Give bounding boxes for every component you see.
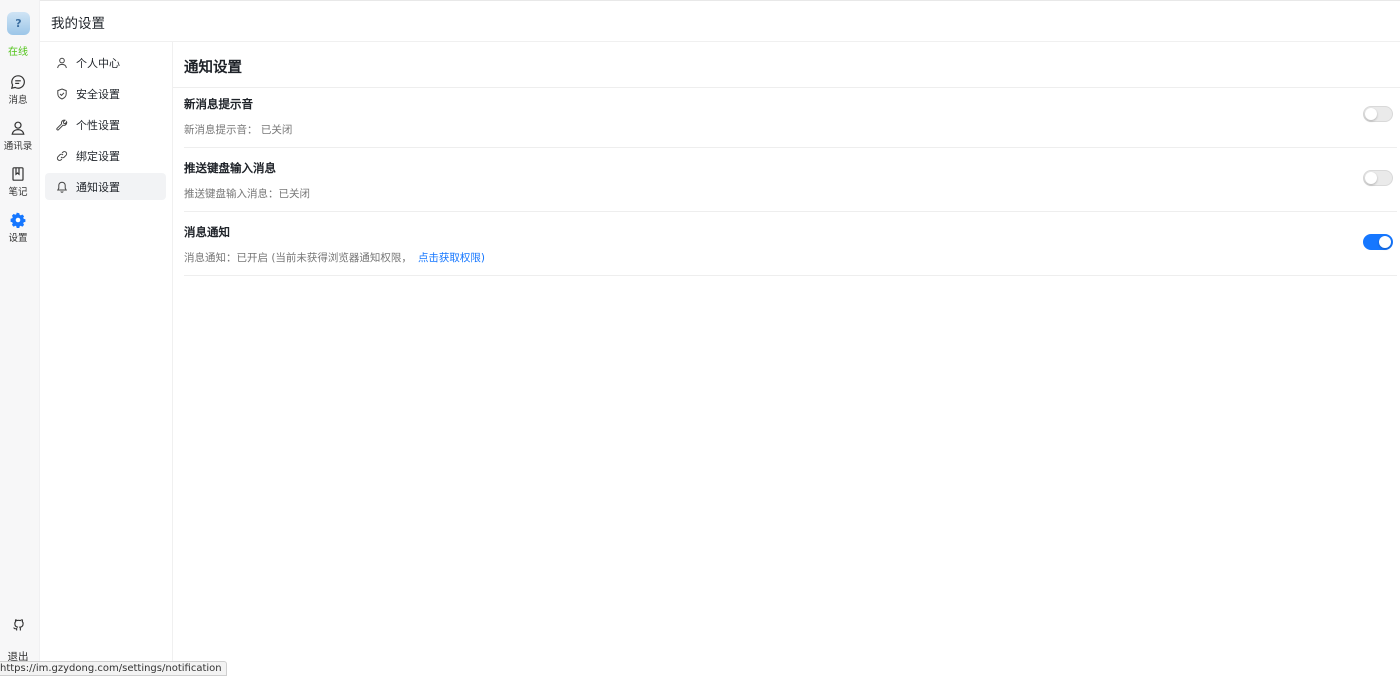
rail-item-messages[interactable]: 消息 (0, 74, 36, 106)
toggle-knob (1379, 236, 1391, 248)
nav-item-profile[interactable]: 个人中心 (45, 49, 166, 76)
wrench-icon (56, 119, 68, 130)
rail-item-notes[interactable]: 笔记 (0, 166, 36, 198)
setting-description: 推送键盘输入消息：已关闭 (184, 188, 310, 200)
rail-item-label: 消息 (8, 95, 28, 106)
bell-icon (56, 181, 68, 193)
settings-nav: 个人中心 安全设置 个性设置 绑定设置 通知设置 (40, 42, 173, 676)
rail-item-label: 通讯录 (3, 141, 33, 152)
rail-item-settings[interactable]: 设置 (0, 212, 36, 244)
message-notification-toggle[interactable] (1363, 234, 1393, 250)
page-header-title: 我的设置 (51, 16, 105, 32)
link-icon (56, 150, 68, 161)
setting-name: 消息通知 (184, 225, 230, 239)
nav-item-security[interactable]: 安全设置 (45, 80, 166, 107)
nav-item-personalization[interactable]: 个性设置 (45, 111, 166, 138)
setting-description: 消息通知：已开启 (当前未获得浏览器通知权限， 点击获取权限) (184, 250, 485, 265)
rail-item-contacts[interactable]: 通讯录 (0, 120, 36, 152)
github-link[interactable] (0, 617, 36, 634)
top-header: 我的设置 (40, 0, 1400, 42)
contacts-icon (11, 121, 25, 135)
toggle-knob (1365, 108, 1377, 120)
new-message-sound-toggle[interactable] (1363, 106, 1393, 122)
setting-name: 推送键盘输入消息 (184, 161, 276, 175)
online-status: 在线 (8, 47, 28, 58)
setting-row-new-message-sound: 新消息提示音 新消息提示音： 已关闭 (184, 84, 1397, 148)
status-url-tooltip: https://im.gzydong.com/settings/notifica… (0, 661, 227, 676)
left-rail: ? 在线 消息 通讯录 笔记 设置 退出 (0, 0, 40, 676)
user-icon (57, 57, 67, 68)
chat-bubble-icon (10, 75, 25, 90)
setting-row-keyboard-push: 推送键盘输入消息 推送键盘输入消息：已关闭 (184, 148, 1397, 212)
nav-item-label: 绑定设置 (76, 149, 120, 163)
nav-item-label: 个性设置 (76, 118, 120, 132)
setting-description: 新消息提示音： 已关闭 (184, 124, 293, 136)
gear-icon (10, 212, 26, 228)
nav-item-label: 安全设置 (76, 87, 120, 101)
notebook-icon (12, 167, 24, 181)
avatar[interactable]: ? (7, 12, 30, 35)
app-root: ? 在线 消息 通讯录 笔记 设置 退出 我的设置 个人中心 安全设置 个性设置… (0, 0, 1400, 676)
setting-name: 新消息提示音 (184, 97, 253, 111)
nav-item-notifications[interactable]: 通知设置 (45, 173, 166, 200)
setting-row-message-notification: 消息通知 消息通知：已开启 (当前未获得浏览器通知权限， 点击获取权限) (184, 212, 1397, 276)
nav-item-label: 通知设置 (76, 180, 120, 194)
get-permission-link[interactable]: 点击获取权限) (418, 252, 485, 264)
rail-item-label: 设置 (8, 233, 28, 244)
setting-description-text: 消息通知：已开启 (当前未获得浏览器通知权限， (184, 252, 412, 264)
main-content: 通知设置 新消息提示音 新消息提示音： 已关闭 推送键盘输入消息 推送键盘输入消… (173, 42, 1400, 676)
nav-item-label: 个人中心 (76, 56, 120, 70)
nav-item-binding[interactable]: 绑定设置 (45, 142, 166, 169)
keyboard-push-toggle[interactable] (1363, 170, 1393, 186)
shield-icon (57, 87, 67, 100)
avatar-image-icon: ? (15, 17, 22, 30)
github-icon (12, 619, 24, 631)
page-title: 通知设置 (184, 60, 242, 76)
rail-item-label: 笔记 (8, 187, 28, 198)
toggle-knob (1365, 172, 1377, 184)
